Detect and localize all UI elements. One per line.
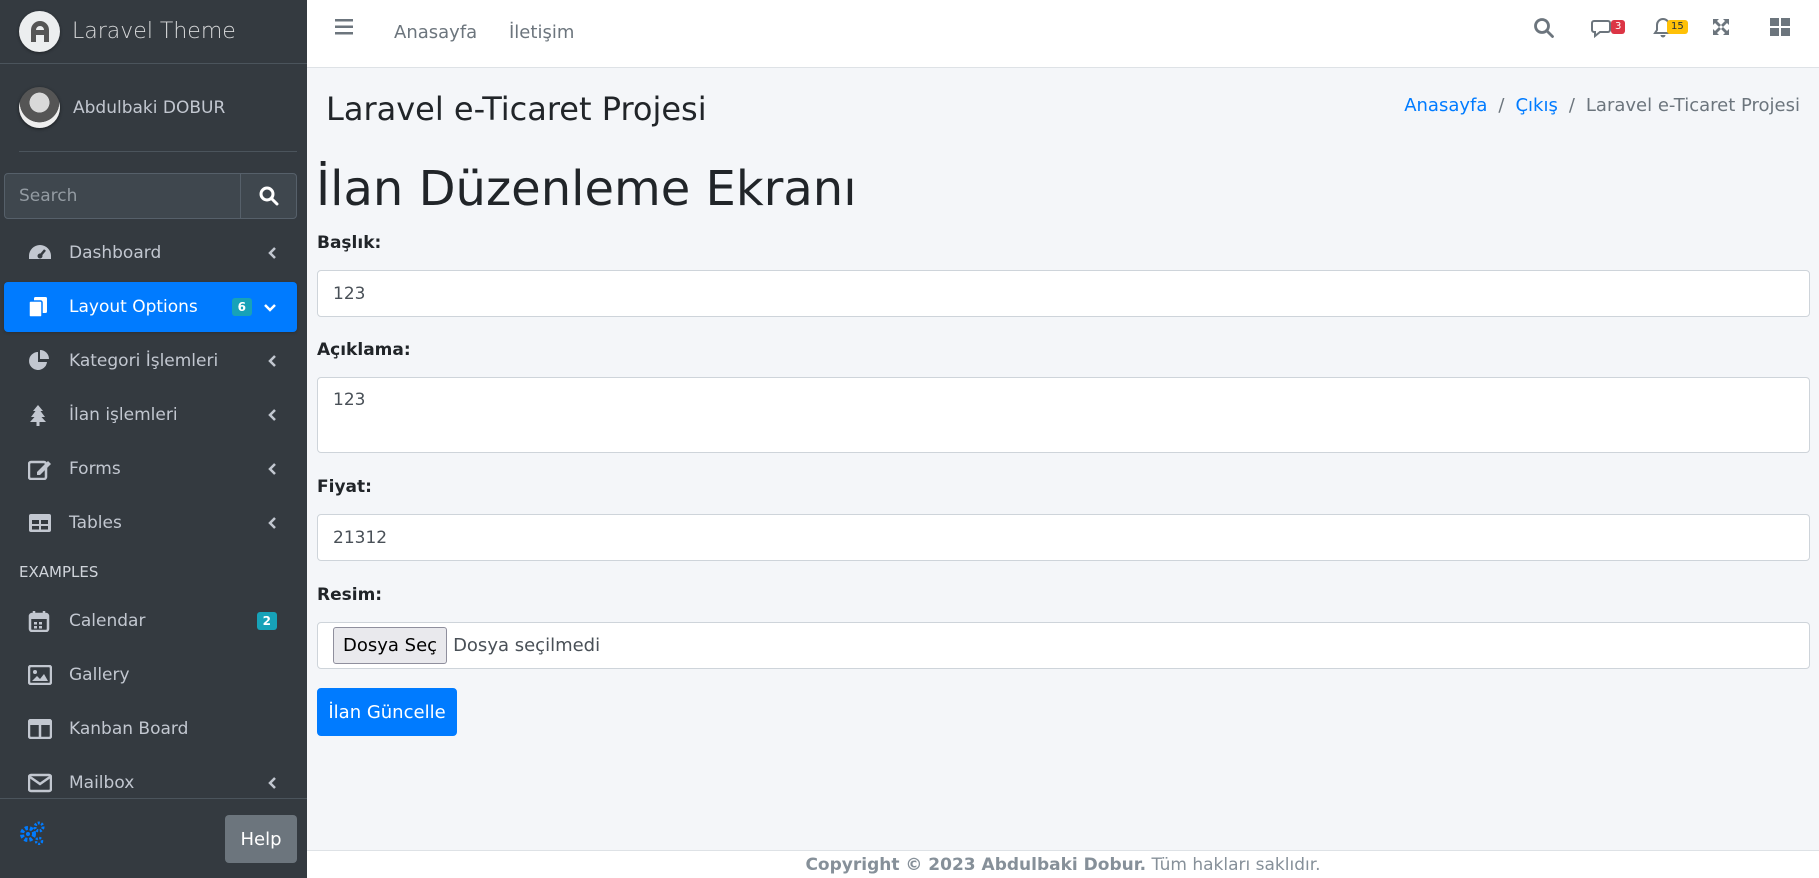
breadcrumb-item-current: Laravel e-Ticaret Projesi [1585,95,1800,116]
user-panel[interactable]: Abdulbaki DOBUR [19,64,297,152]
fiyat-label: Fiyat: [317,477,372,497]
chevron-down-icon [263,299,277,319]
breadcrumb-separator: / [1498,95,1505,116]
cogs-icon[interactable] [18,821,46,849]
messages-badge: 3 [1611,20,1626,34]
sidebar-item-label: Tables [69,513,122,533]
nav-link-contact[interactable]: İletişim [509,22,574,43]
sidebar-item-label: Mailbox [69,773,135,793]
avatar [19,87,60,128]
sidebar-search-input[interactable] [5,174,240,218]
chevron-left-icon [267,407,277,427]
tree-icon [28,404,54,426]
main-sidebar: Laravel Theme Abdulbaki DOBUR Dashboard … [0,0,307,878]
chevron-left-icon [267,775,277,795]
fiyat-input[interactable]: 21312 [317,514,1810,561]
sidebar-item-label: Kanban Board [69,719,189,739]
sidebar-item-label: Dashboard [69,243,162,263]
page-title: Laravel e-Ticaret Projesi [326,90,707,128]
nav-link-home[interactable]: Anasayfa [394,22,477,43]
notifications-badge: 15 [1667,20,1688,34]
breadcrumb: Anasayfa / Çıkış / Laravel e-Ticaret Pro… [1404,95,1800,116]
file-choose-button[interactable]: Dosya Seç [333,627,448,664]
footer-copyright: Copyright © 2023 Abdulbaki Dobur. [805,855,1147,875]
top-navbar: Anasayfa İletişim 3 15 [307,0,1819,68]
calendar-badge: 2 [256,612,277,630]
navbar-search-icon[interactable] [1533,17,1555,43]
breadcrumb-separator: / [1568,95,1575,116]
control-sidebar-icon[interactable] [1769,17,1791,41]
layout-options-badge: 6 [231,298,252,316]
help-button[interactable]: Help [225,815,297,863]
sidebar-search-button[interactable] [240,174,296,218]
sidebar-item-label: İlan işlemleri [69,405,178,425]
sidebar-item-kategori[interactable]: Kategori İşlemleri [4,336,297,386]
form-heading: İlan Düzenleme Ekranı [316,161,857,217]
baslik-input[interactable]: 123 [317,270,1810,317]
sidebar-item-ilan[interactable]: İlan işlemleri [4,390,297,440]
sidebar-item-label: Gallery [69,665,130,685]
sidebar-item-label: Forms [69,459,121,479]
edit-icon [28,458,54,480]
envelope-icon [28,772,54,794]
resim-label: Resim: [317,585,383,605]
chevron-left-icon [267,353,277,373]
breadcrumb-item-home[interactable]: Anasayfa [1404,95,1487,116]
sidebar-item-tables[interactable]: Tables [4,498,297,548]
sidebar-item-label: Kategori İşlemleri [69,351,219,371]
chevron-left-icon [267,461,277,481]
calendar-icon [28,610,54,632]
copy-icon [28,296,54,318]
aciklama-textarea[interactable]: 123 [317,377,1810,453]
image-icon [28,664,54,686]
sidebar-nav: Dashboard Layout Options 6 Kategori İşle… [4,228,297,812]
fullscreen-icon[interactable] [1711,17,1731,41]
user-name[interactable]: Abdulbaki DOBUR [73,98,225,118]
update-listing-button[interactable]: İlan Güncelle [317,688,457,736]
sidebar-item-gallery[interactable]: Gallery [4,650,297,700]
search-icon [259,186,278,206]
chart-pie-icon [28,350,54,372]
chevron-left-icon [267,515,277,535]
breadcrumb-item-logout[interactable]: Çıkış [1515,95,1557,116]
table-icon [28,512,54,534]
sidebar-search [4,173,297,219]
sidebar-item-kanban[interactable]: Kanban Board [4,704,297,754]
chevron-left-icon [267,245,277,265]
sidebar-item-forms[interactable]: Forms [4,444,297,494]
footer-rights: Tüm hakları saklıdır. [1151,855,1321,875]
sidebar-item-dashboard[interactable]: Dashboard [4,228,297,278]
sidebar-item-calendar[interactable]: Calendar 2 [4,596,297,646]
tachometer-icon [28,242,54,264]
sidebar-item-layout-options[interactable]: Layout Options 6 [4,282,297,332]
main-footer: Copyright © 2023 Abdulbaki Dobur. Tüm ha… [307,850,1819,878]
sidebar-footer: Help [0,798,307,878]
brand-text: Laravel Theme [72,19,236,44]
brand-logo-icon [19,11,60,52]
menu-toggle-icon[interactable] [335,18,355,40]
brand-link[interactable]: Laravel Theme [0,0,307,64]
aciklama-label: Açıklama: [317,340,411,360]
columns-icon [28,718,54,740]
file-status: Dosya seçilmedi [453,635,601,656]
nav-header-examples: EXAMPLES [19,563,99,581]
resim-file-input: Dosya Seç Dosya seçilmedi [317,622,1810,669]
baslik-label: Başlık: [317,233,382,253]
